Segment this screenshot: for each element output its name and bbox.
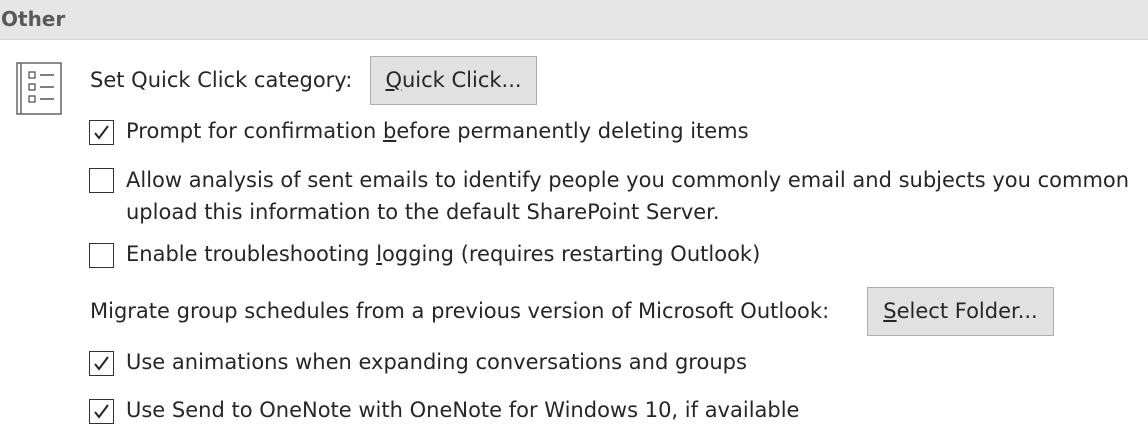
checklist-icon xyxy=(16,62,62,115)
allow-analysis-checkbox[interactable] xyxy=(89,168,114,193)
quick-click-button-accel: Q xyxy=(385,68,402,92)
animations-checkbox[interactable] xyxy=(89,351,114,376)
allow-analysis-label-line1: Allow analysis of sent emails to identif… xyxy=(126,168,1130,192)
allow-analysis-label-line2: upload this information to the default S… xyxy=(126,200,720,224)
troubleshooting-logging-checkbox[interactable] xyxy=(89,243,114,268)
animations-label: Use animations when expanding conversati… xyxy=(126,350,747,374)
section-header: Other xyxy=(0,0,1148,40)
troubleshooting-label-pre: Enable troubleshooting xyxy=(126,242,377,266)
confirm-delete-checkbox[interactable] xyxy=(89,120,114,145)
confirm-delete-label-post: efore permanently deleting items xyxy=(396,119,749,143)
troubleshooting-logging-label: Enable troubleshooting logging (requires… xyxy=(126,242,760,266)
send-to-onenote-checkbox[interactable] xyxy=(89,399,114,424)
troubleshooting-label-post: ogging (requires restarting Outlook) xyxy=(382,242,761,266)
quick-click-label: Set Quick Click category: xyxy=(90,68,353,92)
quick-click-button-text: uick Click... xyxy=(401,68,522,92)
checkmark-icon xyxy=(94,404,109,419)
select-folder-accel: S xyxy=(883,299,897,323)
migrate-label: Migrate group schedules from a previous … xyxy=(90,299,830,323)
quick-click-button[interactable]: Quick Click... xyxy=(370,56,537,105)
select-folder-button-text: elect Folder... xyxy=(896,299,1038,323)
confirm-delete-accel: b xyxy=(382,119,397,143)
section-title: Other xyxy=(1,7,66,31)
confirm-delete-label: Prompt for confirmation before permanent… xyxy=(126,119,749,143)
confirm-delete-label-pre: Prompt for confirmation xyxy=(126,119,383,143)
checkmark-icon xyxy=(94,125,109,140)
select-folder-button[interactable]: Select Folder... xyxy=(867,287,1054,336)
send-to-onenote-label: Use Send to OneNote with OneNote for Win… xyxy=(126,398,800,422)
checkmark-icon xyxy=(94,356,109,371)
